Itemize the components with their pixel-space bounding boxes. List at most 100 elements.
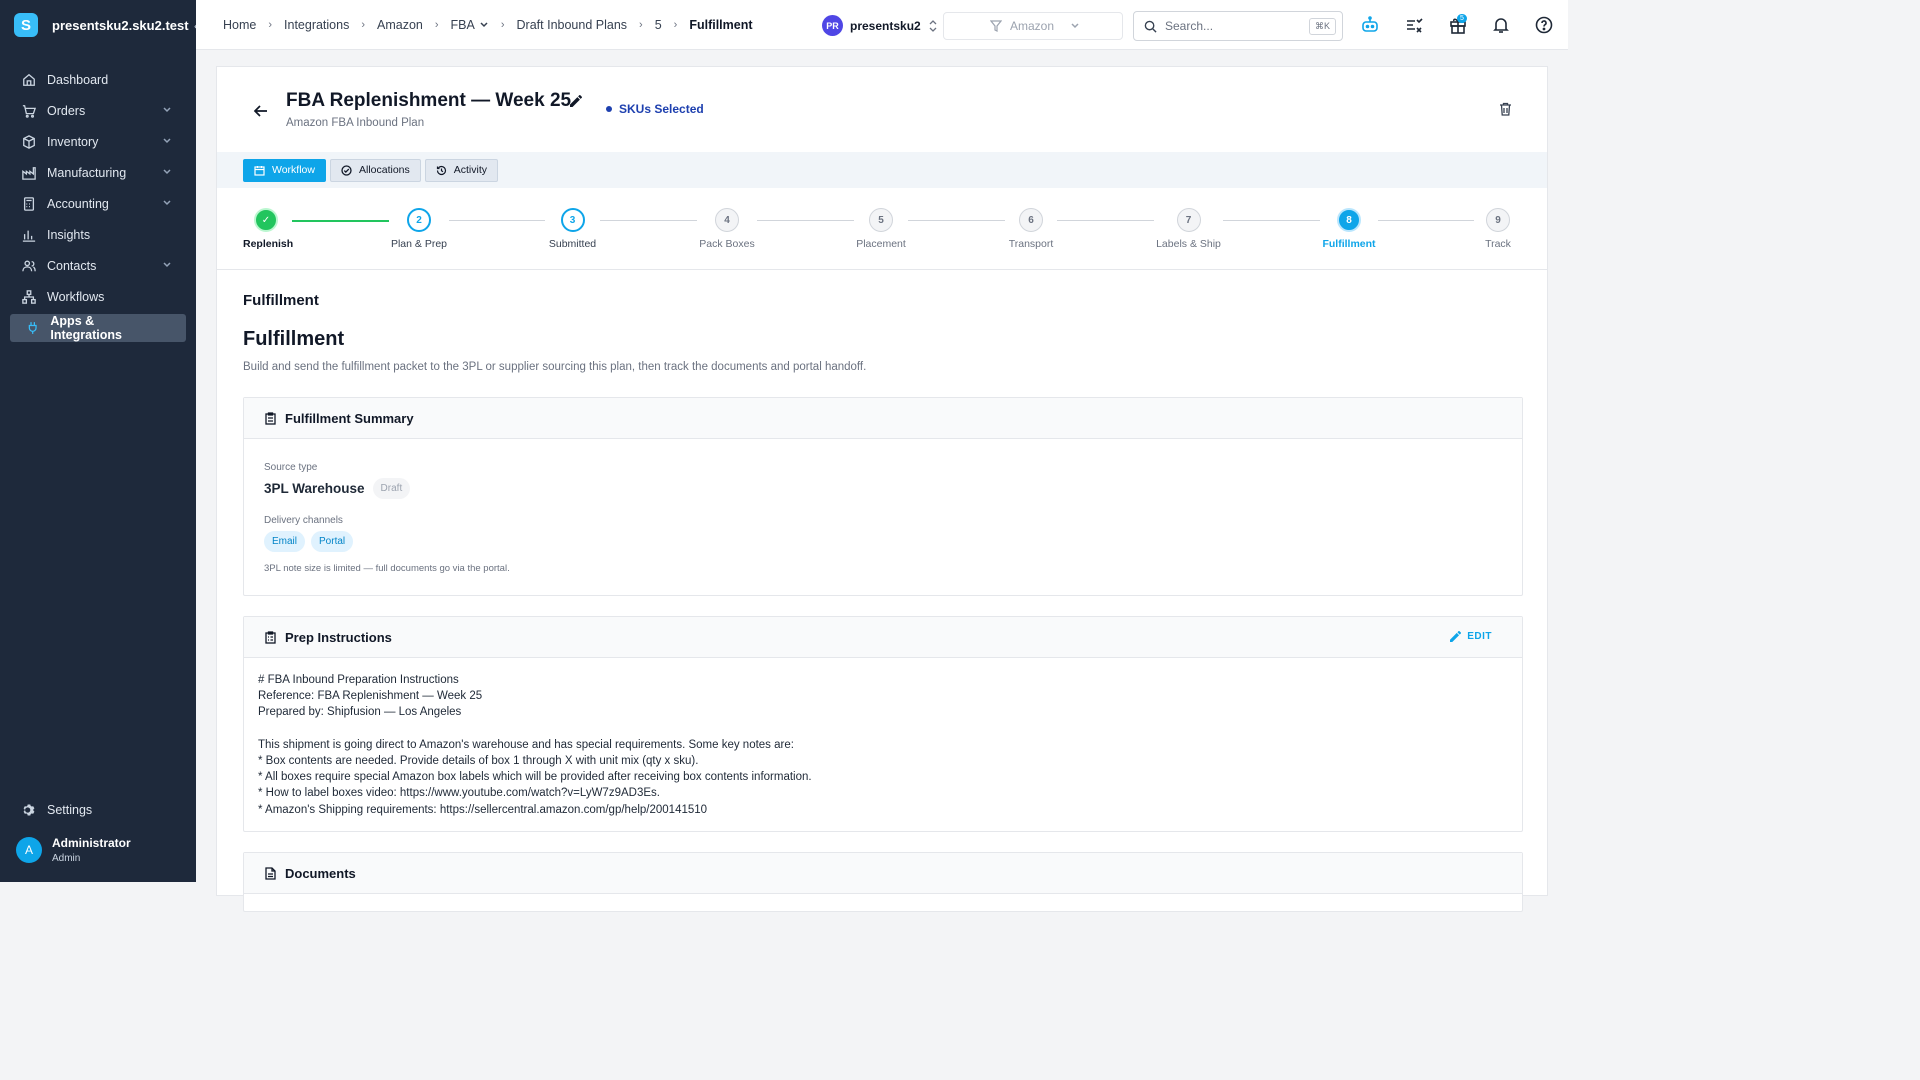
help-icon[interactable]	[1535, 16, 1553, 34]
tab-allocations[interactable]: Allocations	[329, 158, 421, 182]
clipboard-icon	[265, 411, 276, 425]
calculator-icon	[23, 196, 35, 211]
breadcrumb-draft-inbound-plans[interactable]: Draft Inbound Plans	[517, 18, 628, 32]
brand[interactable]: S presentsku2.sku2.test ‹	[0, 0, 198, 50]
breadcrumb-home[interactable]: Home	[223, 18, 256, 32]
home-icon	[23, 73, 35, 86]
sidebar-item-contacts[interactable]: Contacts	[0, 250, 196, 281]
user-name: Administrator	[52, 836, 131, 850]
channel-chip-email[interactable]: Email	[264, 531, 306, 552]
step-replenish[interactable]: ✓ Replenish	[243, 208, 293, 250]
step-label: Fulfillment	[1322, 238, 1376, 250]
box-icon	[23, 134, 35, 149]
step-labels-ship[interactable]: 7 Labels & Ship	[1154, 208, 1223, 250]
chevron-down-icon	[1071, 23, 1079, 29]
sidebar-item-inventory[interactable]: Inventory	[0, 126, 196, 157]
edit-prep-button[interactable]: EDIT	[1450, 631, 1492, 642]
breadcrumb-separator: ›	[434, 18, 439, 31]
sidebar-item-manufacturing[interactable]: Manufacturing	[0, 157, 196, 188]
step-label: Labels & Ship	[1156, 238, 1221, 250]
search-icon	[1144, 20, 1157, 33]
avatar: A	[16, 837, 42, 863]
breadcrumb-separator: ›	[673, 18, 678, 31]
chevron-down-icon	[480, 21, 488, 27]
breadcrumb-plan-id[interactable]: 5	[655, 18, 662, 32]
sidebar-item-settings[interactable]: Settings	[0, 794, 196, 825]
search-input[interactable]: Search... ⌘K	[1133, 11, 1343, 41]
step-track[interactable]: 9 Track	[1474, 208, 1522, 250]
step-pack-boxes[interactable]: 4 Pack Boxes	[697, 208, 757, 250]
sidebar-item-label: Accounting	[47, 196, 109, 211]
sidebar: S presentsku2.sku2.test ‹ Dashboard Orde…	[0, 0, 198, 882]
sidebar-item-dashboard[interactable]: Dashboard	[0, 64, 196, 95]
tab-activity[interactable]: Activity	[424, 158, 499, 182]
breadcrumb-amazon[interactable]: Amazon	[377, 18, 423, 32]
user-role: Admin	[52, 853, 81, 864]
channel-chip-portal[interactable]: Portal	[311, 531, 354, 552]
pencil-icon	[1450, 631, 1462, 642]
breadcrumb-separator: ›	[268, 18, 273, 31]
step-connector	[908, 220, 1005, 221]
cart-icon	[22, 104, 36, 118]
brand-name: presentsku2.sku2.test	[52, 17, 189, 33]
breadcrumb-fba-dropdown[interactable]: FBA	[451, 18, 489, 32]
panel-title: Fulfillment Summary	[285, 410, 414, 426]
sidebar-item-accounting[interactable]: Accounting	[0, 188, 196, 219]
channel-filter[interactable]: Amazon	[943, 12, 1123, 40]
sidebar-item-label: Manufacturing	[47, 165, 127, 180]
page-subtitle: Amazon FBA Inbound Plan	[286, 117, 425, 129]
tab-label: Activity	[453, 164, 488, 176]
factory-icon	[22, 166, 36, 180]
chevron-down-icon	[163, 200, 171, 206]
breadcrumb-integrations[interactable]: Integrations	[284, 18, 349, 32]
workflow-icon	[22, 289, 36, 304]
panel-header: Fulfillment Summary	[244, 398, 1522, 439]
sidebar-item-apps-integrations[interactable]: Apps & Integrations	[10, 314, 186, 342]
status-badge: SKUs Selected	[606, 102, 704, 116]
summary-note: 3PL note size is limited — full document…	[264, 563, 510, 574]
checklist-icon[interactable]	[1405, 16, 1423, 34]
step-transport[interactable]: 6 Transport	[1005, 208, 1057, 250]
section-label: Fulfillment	[243, 292, 319, 309]
user-profile[interactable]: A Administrator Admin	[16, 836, 131, 864]
sidebar-item-orders[interactable]: Orders	[0, 95, 196, 126]
sidebar-item-workflows[interactable]: Workflows	[0, 281, 196, 312]
check-circle-icon	[341, 164, 352, 176]
tab-workflow[interactable]: Workflow	[243, 158, 326, 182]
breadcrumb-separator: ›	[500, 18, 505, 31]
status-label: SKUs Selected	[619, 102, 704, 116]
edit-label: EDIT	[1467, 631, 1492, 642]
brand-logo: S	[14, 13, 38, 37]
breadcrumb: Home › Integrations › Amazon › FBA › Dra…	[196, 18, 753, 32]
panel-header: Prep Instructions EDIT	[244, 617, 1522, 658]
step-plan-prep[interactable]: 2 Plan & Prep	[389, 208, 449, 250]
topbar: Home › Integrations › Amazon › FBA › Dra…	[196, 0, 1568, 50]
notification-badge: 5	[1457, 14, 1467, 23]
bell-icon[interactable]	[1492, 16, 1510, 34]
step-fulfillment[interactable]: 8 Fulfillment	[1320, 208, 1378, 250]
edit-title-icon[interactable]	[570, 95, 582, 107]
back-arrow-icon[interactable]	[253, 103, 269, 119]
step-connector	[449, 220, 545, 221]
sidebar-item-label: Inventory	[47, 134, 99, 149]
step-circle: ✓	[254, 208, 278, 232]
history-icon	[436, 165, 446, 175]
account-avatar: PR	[822, 15, 843, 36]
step-connector	[1223, 220, 1320, 221]
panel-title: Prep Instructions	[285, 629, 392, 645]
tab-label: Workflow	[272, 164, 315, 176]
sidebar-item-insights[interactable]: Insights	[0, 219, 196, 250]
clipboard-list-icon	[265, 630, 276, 644]
breadcrumb-fba: FBA	[450, 17, 475, 32]
step-connector	[757, 220, 854, 221]
account-switcher[interactable]: PR presentsku2	[822, 15, 938, 36]
step-submitted[interactable]: 3 Submitted	[545, 208, 600, 250]
breadcrumb-current: Fulfillment	[689, 17, 753, 32]
step-placement[interactable]: 5 Placement	[854, 208, 908, 250]
step-label: Pack Boxes	[699, 238, 755, 250]
prep-instructions-text: # FBA Inbound Preparation Instructions R…	[258, 674, 812, 816]
chart-icon	[22, 230, 36, 242]
robot-icon[interactable]	[1361, 16, 1379, 34]
section-description: Build and send the fulfillment packet to…	[243, 361, 867, 373]
trash-icon[interactable]	[1499, 102, 1512, 116]
